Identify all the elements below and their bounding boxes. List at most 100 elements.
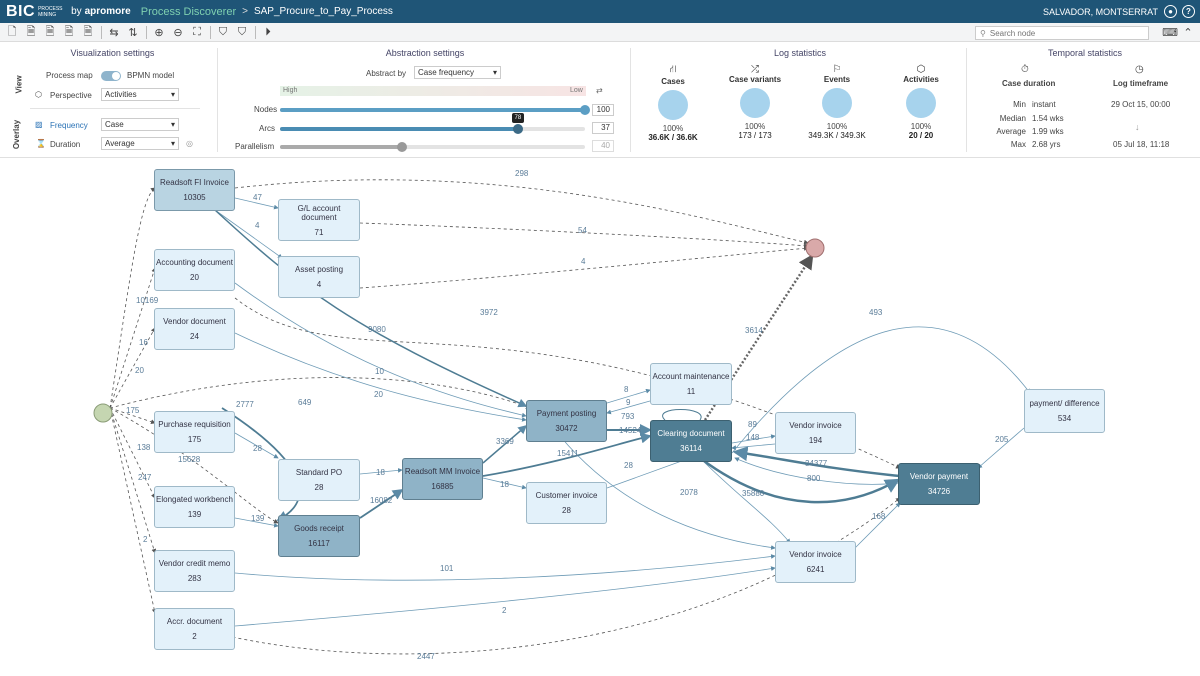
- timeframe-start: 29 Oct 15, 00:00: [1111, 100, 1171, 109]
- edge-asset-end[interactable]: [359, 245, 809, 289]
- fit-screen-icon[interactable]: ⛶: [190, 25, 204, 39]
- edge-vendor-payment[interactable]: [234, 332, 527, 422]
- arcs-slider-handle[interactable]: [512, 124, 523, 134]
- search-input[interactable]: [989, 28, 1130, 38]
- edge-label: 205: [995, 435, 1009, 444]
- arcs-value[interactable]: 37: [592, 122, 614, 134]
- node-account-maintenance[interactable]: Account maintenance 11: [650, 363, 732, 405]
- keyboard-icon[interactable]: ⌨: [1162, 25, 1178, 39]
- zoom-in-icon[interactable]: ⊕: [152, 25, 166, 39]
- edge-label: 3972: [480, 308, 498, 317]
- edge-clear-vinv[interactable]: [699, 457, 791, 544]
- nodes-slider[interactable]: [280, 105, 590, 115]
- cube-icon: ⬡: [916, 64, 926, 75]
- node-standard-po[interactable]: Standard PO 28: [278, 459, 360, 501]
- viz-divider: [30, 108, 200, 109]
- edge-start-payment[interactable]: [109, 377, 531, 409]
- edge-diff-vendorpay[interactable]: [977, 427, 1025, 469]
- edge-start-vendor-doc[interactable]: [109, 327, 156, 409]
- node-count: 16885: [431, 482, 454, 491]
- export-bpmn-icon[interactable]: 🗎: [81, 25, 95, 39]
- help-icon[interactable]: ?: [1182, 5, 1195, 18]
- node-asset-posting[interactable]: Asset posting 4: [278, 256, 360, 298]
- edge-memo-vinv[interactable]: [234, 554, 776, 581]
- node-label: Purchase requisition: [158, 420, 231, 429]
- node-clearing-document[interactable]: Clearing document 36114: [650, 420, 732, 462]
- perspective-select[interactable]: Activities: [101, 88, 179, 101]
- export-pdf-icon[interactable]: 🗎: [62, 25, 76, 39]
- node-label: Vendor credit memo: [158, 559, 231, 568]
- duration-label[interactable]: Duration: [50, 140, 80, 149]
- zoom-out-icon[interactable]: ⊖: [171, 25, 185, 39]
- edge-label: 168: [872, 512, 886, 521]
- max-value: 2.68 yrs: [1032, 140, 1061, 149]
- duration-select[interactable]: Average: [101, 137, 179, 150]
- events-pct: 100%: [826, 122, 848, 131]
- breadcrumb-process: SAP_Procure_to_Pay_Process: [253, 6, 393, 17]
- node-readsoft-mm-invoice[interactable]: Readsoft MM Invoice 16885: [402, 458, 483, 500]
- arcs-slider[interactable]: [280, 124, 585, 134]
- node-label: Accr. document: [166, 617, 223, 626]
- app-logo[interactable]: BIC PROCESS MINING by apromore: [0, 3, 131, 21]
- parallelism-value[interactable]: 40: [592, 140, 614, 152]
- abstract-by-select[interactable]: Case frequency: [414, 66, 501, 79]
- edge-clear-vendorpay[interactable]: [699, 456, 901, 504]
- start-node[interactable]: [93, 403, 113, 423]
- parallelism-slider-handle[interactable]: [397, 142, 407, 152]
- node-vendor-invoice-194[interactable]: Vendor invoice 194: [775, 412, 856, 454]
- node-accr-document[interactable]: Accr. document 2: [154, 608, 235, 650]
- clear-filter-icon[interactable]: ⛉: [235, 25, 249, 39]
- node-vendor-credit-memo[interactable]: Vendor credit memo 283: [154, 550, 235, 592]
- node-readsoft-fi-invoice[interactable]: Readsoft FI Invoice 10305: [154, 169, 235, 211]
- node-customer-invoice[interactable]: Customer invoice 28: [526, 482, 607, 524]
- hide-overlay-icon[interactable]: ◎: [186, 139, 193, 148]
- view-toggle[interactable]: [101, 71, 121, 81]
- edge-label: 2078: [680, 488, 698, 497]
- layout-vertical-icon[interactable]: ⇅: [126, 25, 140, 39]
- edge-accr-vinv[interactable]: [234, 566, 776, 627]
- node-goods-receipt[interactable]: Goods receipt 16117: [278, 515, 360, 557]
- edge-label: 649: [298, 398, 312, 407]
- node-gl-account-document[interactable]: G/L account document 71: [278, 199, 360, 241]
- filter-icon[interactable]: ⛉: [216, 25, 230, 39]
- node-purchase-requisition[interactable]: Purchase requisition 175: [154, 411, 235, 453]
- edge-start-accr[interactable]: [109, 407, 157, 614]
- search-box[interactable]: ⚲: [975, 26, 1149, 40]
- node-accounting-document[interactable]: Accounting document 20: [154, 249, 235, 291]
- edge-customer-clear[interactable]: [606, 457, 691, 489]
- node-payment-difference[interactable]: payment/ difference 534: [1024, 389, 1105, 433]
- nodes-slider-handle[interactable]: [580, 105, 590, 115]
- node-elongated-workbench[interactable]: Elongated workbench 139: [154, 486, 235, 528]
- edge-start-accounting[interactable]: [109, 267, 157, 409]
- frequency-select[interactable]: Case: [101, 118, 179, 131]
- frequency-icon: ▨: [35, 120, 43, 129]
- export-file-icon[interactable]: 🗎: [24, 25, 38, 39]
- node-vendor-payment[interactable]: Vendor payment 34726: [898, 463, 980, 505]
- edge-clear-loop[interactable]: [662, 409, 702, 421]
- edge-label: 35880: [742, 489, 765, 498]
- edge-label: 2447: [417, 652, 435, 661]
- export-image-icon[interactable]: 🗎: [43, 25, 57, 39]
- animate-play-icon[interactable]: ⏵: [261, 25, 275, 39]
- case-duration-label: Case duration: [1002, 79, 1056, 88]
- frequency-label[interactable]: Frequency: [50, 121, 88, 130]
- user-name[interactable]: SALVADOR, MONTSERRAT: [1043, 7, 1158, 17]
- user-account-icon[interactable]: ●: [1164, 5, 1177, 18]
- layout-horizontal-icon[interactable]: ⇆: [107, 25, 121, 39]
- node-vendor-invoice-6241[interactable]: Vendor invoice 6241: [775, 541, 856, 583]
- collapse-panel-icon[interactable]: ⌃: [1181, 25, 1195, 39]
- node-label: Account maintenance: [652, 372, 730, 381]
- swap-icon[interactable]: ⇄: [596, 86, 603, 95]
- parallelism-slider[interactable]: [280, 142, 585, 152]
- breadcrumb-app[interactable]: Process Discoverer: [141, 6, 236, 18]
- node-vendor-document[interactable]: Vendor document 24: [154, 308, 235, 350]
- edge-start-elongated[interactable]: [109, 407, 156, 499]
- edge-vinv-vendorpay[interactable]: [854, 502, 901, 549]
- open-file-icon[interactable]: 🗋: [5, 25, 19, 39]
- node-payment-posting[interactable]: Payment posting 30472: [526, 400, 607, 442]
- process-map-canvas[interactable]: 298 47 4 54 4 10169 16 20 175 2777 649 3…: [0, 158, 1200, 676]
- search-icon: ⚲: [980, 28, 986, 38]
- end-node[interactable]: [805, 238, 825, 258]
- node-count: 16117: [308, 539, 330, 548]
- nodes-value[interactable]: 100: [592, 104, 614, 116]
